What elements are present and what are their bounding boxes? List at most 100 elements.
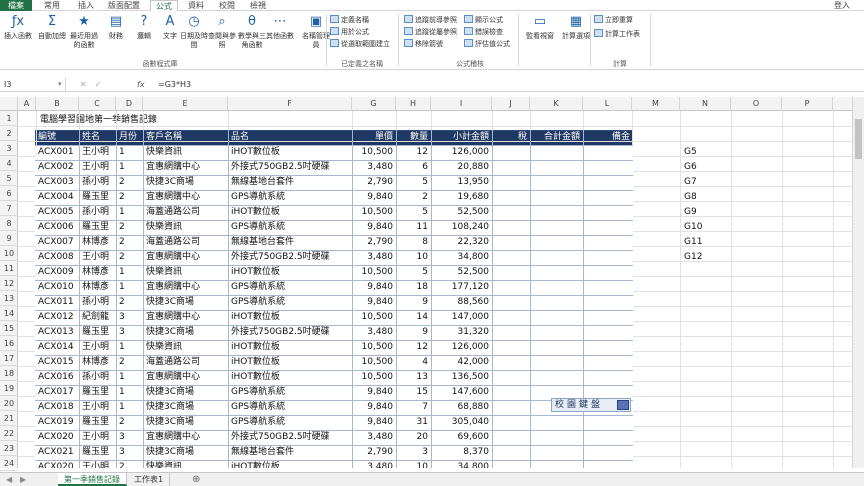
table-cell[interactable]: 2 — [116, 295, 143, 310]
table-cell-empty[interactable] — [492, 205, 530, 220]
table-cell[interactable]: 1 — [116, 340, 143, 355]
table-cell[interactable]: GPS導航系統 — [228, 385, 352, 400]
table-cell[interactable]: 紀劍龍 — [79, 310, 116, 325]
table-cell-empty[interactable] — [492, 460, 530, 468]
table-cell[interactable]: 2,790 — [352, 445, 396, 460]
table-cell-empty[interactable] — [583, 265, 633, 280]
table-cell[interactable]: ACX013 — [35, 325, 79, 340]
table-cell[interactable]: 52,500 — [431, 205, 492, 220]
add-sheet-icon[interactable]: ⊕ — [192, 473, 200, 486]
calc-button-0[interactable]: 立即重算 — [594, 15, 633, 25]
table-cell[interactable]: 宜惠網購中心 — [143, 250, 228, 265]
row-header[interactable]: 16 — [0, 336, 18, 351]
ribbon-button-0[interactable]: ƒx 插入函數 — [2, 13, 34, 41]
table-cell[interactable]: 羅玉里 — [79, 325, 116, 340]
row-header[interactable]: 5 — [0, 171, 18, 186]
table-cell[interactable]: 宜惠網購中心 — [143, 430, 228, 445]
row-header[interactable]: 19 — [0, 381, 18, 396]
table-cell[interactable]: 126,000 — [431, 145, 492, 160]
row-header[interactable]: 6 — [0, 186, 18, 201]
row-header[interactable]: 23 — [0, 441, 18, 456]
table-cell[interactable]: 2 — [116, 175, 143, 190]
table-cell-empty[interactable] — [583, 280, 633, 295]
ime-toolbar[interactable]: 校園鍵盤 — [551, 398, 631, 412]
table-cell[interactable]: 10 — [396, 460, 431, 468]
table-cell[interactable]: 69,600 — [431, 430, 492, 445]
table-cell[interactable]: 3 — [396, 445, 431, 460]
table-cell[interactable]: ACX015 — [35, 355, 79, 370]
table-cell-empty[interactable] — [530, 205, 583, 220]
table-cell[interactable]: 快樂資訊 — [143, 340, 228, 355]
table-cell[interactable]: ACX005 — [35, 205, 79, 220]
column-header[interactable]: C — [79, 97, 116, 111]
ribbon-button-2[interactable]: ★ 最近用過的函數 — [68, 13, 100, 50]
table-cell[interactable]: 88,560 — [431, 295, 492, 310]
column-header[interactable]: E — [143, 97, 228, 111]
table-cell-empty[interactable] — [492, 250, 530, 265]
table-cell[interactable]: 14 — [396, 310, 431, 325]
row-header[interactable]: 14 — [0, 306, 18, 321]
row-header[interactable]: 8 — [0, 216, 18, 231]
table-cell-empty[interactable] — [492, 310, 530, 325]
row-header[interactable]: 9 — [0, 231, 18, 246]
table-cell[interactable]: ACX002 — [35, 160, 79, 175]
ime-icon[interactable] — [617, 400, 629, 410]
table-cell[interactable]: 9 — [396, 325, 431, 340]
table-cell-empty[interactable] — [583, 205, 633, 220]
table-cell-empty[interactable] — [530, 325, 583, 340]
row-header[interactable]: 7 — [0, 201, 18, 216]
table-cell[interactable]: 9,840 — [352, 220, 396, 235]
table-cell[interactable]: 羅玉里 — [79, 220, 116, 235]
table-cell-empty[interactable] — [492, 340, 530, 355]
table-cell-empty[interactable] — [530, 430, 583, 445]
login-link[interactable]: 登入 — [834, 0, 850, 11]
table-cell-empty[interactable] — [492, 145, 530, 160]
table-cell[interactable]: GPS導航系統 — [228, 220, 352, 235]
table-cell[interactable]: 108,240 — [431, 220, 492, 235]
table-cell[interactable]: 8,370 — [431, 445, 492, 460]
ribbon-button-1[interactable]: Σ 自動加總 — [36, 13, 68, 41]
row-header[interactable]: 3 — [0, 141, 18, 156]
row-header[interactable]: 1 — [0, 111, 18, 126]
table-cell-empty[interactable] — [492, 220, 530, 235]
table-cell-empty[interactable] — [583, 445, 633, 460]
table-cell[interactable]: 31 — [396, 415, 431, 430]
table-cell-empty[interactable] — [530, 415, 583, 430]
table-cell[interactable]: 1 — [116, 265, 143, 280]
table-cell[interactable]: iHOT數位板 — [228, 370, 352, 385]
table-cell[interactable]: 5 — [396, 265, 431, 280]
table-cell[interactable]: 羅玉里 — [79, 415, 116, 430]
table-cell[interactable]: 3,480 — [352, 430, 396, 445]
table-cell-empty[interactable] — [530, 370, 583, 385]
table-cell[interactable]: ACX014 — [35, 340, 79, 355]
table-cell[interactable]: 2,790 — [352, 175, 396, 190]
names-button-0[interactable]: 定義名稱 — [330, 15, 369, 25]
table-cell[interactable]: 15 — [396, 385, 431, 400]
table-cell-empty[interactable] — [583, 310, 633, 325]
row-header[interactable]: 13 — [0, 291, 18, 306]
table-cell[interactable]: 1 — [116, 145, 143, 160]
table-cell[interactable]: iHOT數位板 — [228, 205, 352, 220]
table-cell[interactable]: GPS導航系統 — [228, 415, 352, 430]
tab-1[interactable]: 常用 — [38, 0, 66, 11]
table-cell-empty[interactable] — [583, 175, 633, 190]
table-cell-empty[interactable] — [583, 145, 633, 160]
table-cell[interactable]: 9,840 — [352, 385, 396, 400]
table-cell-empty[interactable] — [530, 220, 583, 235]
table-cell-empty[interactable] — [583, 430, 633, 445]
table-cell[interactable]: 10,500 — [352, 205, 396, 220]
table-cell[interactable]: ACX009 — [35, 265, 79, 280]
table-cell-empty[interactable] — [583, 235, 633, 250]
table-cell-empty[interactable] — [492, 445, 530, 460]
table-cell-empty[interactable] — [530, 265, 583, 280]
column-header[interactable]: K — [530, 97, 583, 111]
table-cell[interactable]: ACX008 — [35, 250, 79, 265]
formula-input[interactable]: =G3*H3 — [158, 78, 191, 91]
reference-cell[interactable]: G7 — [684, 175, 697, 190]
table-cell[interactable]: ACX006 — [35, 220, 79, 235]
audit-button-1[interactable]: 追蹤從屬參照 — [404, 27, 457, 37]
table-cell[interactable]: 9,840 — [352, 295, 396, 310]
table-cell[interactable]: ACX003 — [35, 175, 79, 190]
table-cell[interactable]: 2 — [116, 250, 143, 265]
table-cell[interactable]: 王小明 — [79, 460, 116, 468]
